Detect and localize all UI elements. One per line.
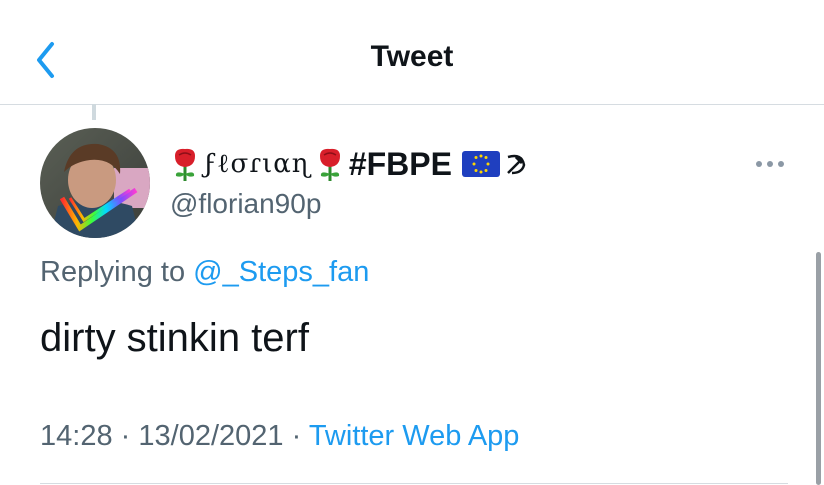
tweet-text: dirty stinkin terf <box>40 316 309 360</box>
page-title: Tweet <box>370 40 454 73</box>
more-horizontal-icon <box>756 161 784 167</box>
user-handle[interactable]: @florian90p <box>170 188 321 220</box>
eu-flag-icon <box>461 151 500 177</box>
replying-to: Replying to @_Steps_fan <box>40 256 369 289</box>
display-name[interactable]: ϝℓσɾιαɳ #FBPE <box>170 144 528 184</box>
meta-separator: · <box>291 420 302 452</box>
display-name-hashtag: #FBPE <box>348 145 452 182</box>
replying-to-label: Replying to <box>40 256 186 288</box>
more-options-button[interactable] <box>752 150 788 178</box>
avatar-image <box>40 128 150 238</box>
hammer-sickle-icon <box>507 154 526 175</box>
top-navigation-bar: Tweet <box>0 0 824 105</box>
replying-to-mention[interactable]: @_Steps_fan <box>193 256 369 288</box>
meta-separator: · <box>120 420 131 452</box>
scrollbar[interactable] <box>816 252 821 485</box>
avatar[interactable] <box>40 128 150 238</box>
thread-connector-line <box>92 104 96 120</box>
tweet-date[interactable]: 13/02/2021 <box>138 420 283 452</box>
tweet-time[interactable]: 14:28 <box>40 420 113 452</box>
tweet-source-link[interactable]: Twitter Web App <box>309 420 520 452</box>
tweet-meta: 14:28 · 13/02/2021 · Twitter Web App <box>40 420 519 453</box>
display-name-text: ϝℓσɾιαɳ <box>204 149 311 179</box>
rose-emoji-icon <box>319 148 340 181</box>
divider <box>40 483 788 484</box>
rose-emoji-icon <box>175 148 195 181</box>
